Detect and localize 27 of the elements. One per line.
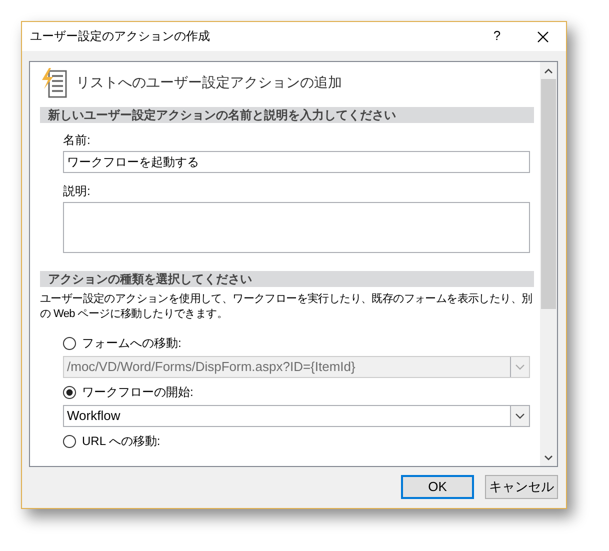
description-text: ユーザー設定のアクションを使用して、ワークフローを実行したり、既存のフォームを表示したり、別の Web ページに移動したりできます。: [40, 292, 534, 322]
cancel-button[interactable]: キャンセル: [485, 475, 558, 499]
option-label: フォームへの移動:: [82, 336, 182, 351]
section-header: 新しいユーザー設定アクションの名前と説明を入力してください: [40, 107, 534, 123]
caret-icon: [515, 413, 525, 419]
scroll-up-icon[interactable]: [544, 68, 553, 74]
dropdown-field[interactable]: Workflow: [63, 405, 530, 427]
close-icon: [537, 30, 549, 42]
scroll-down-icon[interactable]: [544, 454, 553, 460]
section-header: アクションの種類を選択してください: [40, 271, 534, 287]
radio-button[interactable]: [63, 337, 76, 350]
option-label: URL への移動:: [82, 434, 160, 449]
caret-icon: [515, 364, 525, 370]
help-button[interactable]: ?: [474, 22, 520, 51]
panel-heading: リストへのユーザー設定アクションの追加: [76, 74, 342, 92]
field-label: 説明:: [63, 184, 92, 199]
name-field[interactable]: ワークフローを起動する: [63, 151, 530, 173]
scroll-thumb[interactable]: [541, 79, 556, 309]
custom-action-icon: [40, 68, 68, 98]
scrollbar[interactable]: [540, 62, 557, 466]
ok-button[interactable]: OK: [401, 475, 474, 499]
window-title: ユーザー設定のアクションの作成: [30, 29, 211, 44]
radio-button[interactable]: [63, 386, 76, 399]
radio-button[interactable]: [63, 435, 76, 448]
description-field[interactable]: [63, 202, 530, 253]
option-label: ワークフローの開始:: [82, 385, 194, 400]
field-label: 名前:: [63, 133, 92, 148]
